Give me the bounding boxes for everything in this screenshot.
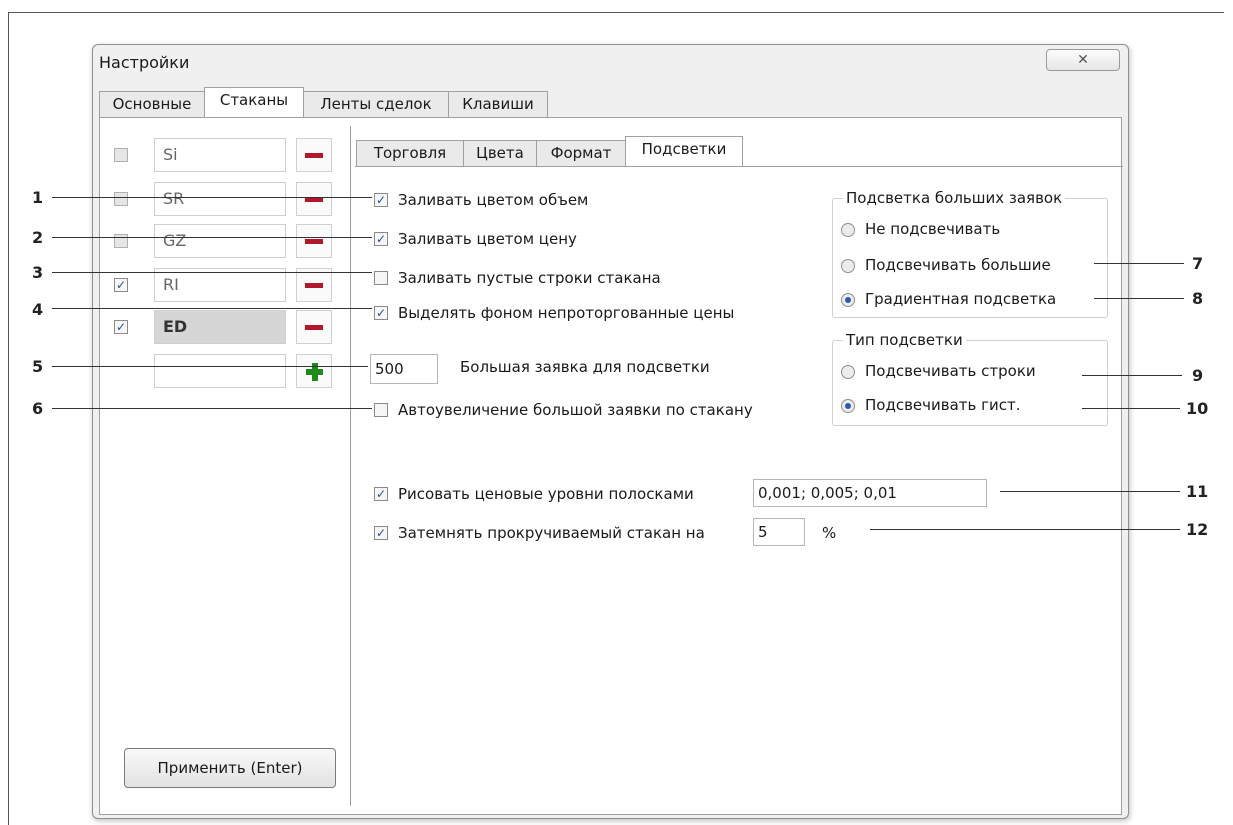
annotation-2: 2 — [32, 228, 44, 247]
subtab-trading[interactable]: Торговля — [356, 140, 464, 166]
instrument-checkbox-ri[interactable]: ✓ — [114, 278, 128, 292]
darken-unit: % — [822, 524, 837, 542]
radio-rows[interactable] — [841, 365, 855, 379]
darken-checkbox[interactable]: ✓ — [374, 526, 388, 540]
price-levels-checkbox[interactable]: ✓ — [374, 487, 388, 501]
window-title: Настройки — [99, 53, 190, 72]
fill-price-label: Заливать цветом цену — [398, 230, 577, 248]
radio-highlight-large-label: Подсвечивать большие — [865, 256, 1051, 274]
annotation-3: 3 — [32, 263, 44, 282]
fill-empty-checkbox[interactable] — [374, 271, 388, 285]
instrument-field-ri[interactable]: RI — [154, 268, 286, 302]
highlight-type-group: Тип подсветки Подсвечивать строки Подсве… — [832, 331, 1108, 426]
darken-label: Затемнять прокручиваемый стакан на — [398, 524, 705, 542]
annotation-line-3 — [52, 272, 372, 273]
highlight-untraded-checkbox[interactable]: ✓ — [374, 306, 388, 320]
tab-books[interactable]: Стаканы — [204, 87, 304, 117]
fill-empty-label: Заливать пустые строки стакана — [398, 269, 661, 287]
remove-ri-button[interactable] — [296, 268, 332, 302]
remove-ed-button[interactable] — [296, 310, 332, 344]
new-instrument-input[interactable] — [154, 354, 286, 388]
large-order-input[interactable]: 500 — [370, 354, 438, 384]
remove-si-button[interactable] — [296, 138, 332, 172]
subtab-border — [355, 166, 1123, 169]
tab-main[interactable]: Основные — [99, 91, 205, 117]
annotation-line-9 — [1082, 375, 1182, 376]
close-button[interactable]: ✕ — [1046, 49, 1120, 71]
annotation-line-10 — [1082, 408, 1180, 409]
large-orders-group-title: Подсветка больших заявок — [843, 189, 1066, 207]
annotation-line-5 — [52, 366, 368, 367]
annotation-line-6 — [52, 408, 372, 409]
radio-highlight-large[interactable] — [841, 259, 855, 273]
radio-gradient-label: Градиентная подсветка — [865, 290, 1057, 308]
annotation-line-12 — [870, 529, 1180, 530]
close-icon: ✕ — [1077, 52, 1089, 68]
annotation-9: 9 — [1192, 366, 1204, 385]
fill-volume-checkbox[interactable]: ✓ — [374, 193, 388, 207]
annotation-10: 10 — [1186, 399, 1209, 418]
instrument-field-gz[interactable]: GZ — [154, 224, 286, 258]
panel-divider — [350, 126, 351, 806]
annotation-1: 1 — [32, 188, 44, 207]
fill-price-checkbox[interactable]: ✓ — [374, 232, 388, 246]
large-order-label: Большая заявка для подсветки — [460, 358, 710, 376]
darken-input[interactable]: 5 — [753, 518, 805, 546]
add-instrument-button[interactable] — [296, 354, 332, 388]
apply-button[interactable]: Применить (Enter) — [124, 748, 336, 788]
annotation-6: 6 — [32, 399, 44, 418]
highlight-untraded-label: Выделять фоном непроторгованные цены — [398, 304, 735, 322]
annotation-line-4 — [52, 308, 372, 309]
tab-tape[interactable]: Ленты сделок — [303, 91, 449, 117]
radio-hist-label: Подсвечивать гист. — [865, 396, 1021, 414]
radio-no-highlight-label: Не подсвечивать — [865, 220, 1001, 238]
instrument-checkbox-sr[interactable] — [114, 192, 128, 206]
instrument-checkbox-si[interactable] — [114, 148, 128, 162]
radio-gradient[interactable] — [841, 293, 855, 307]
instrument-checkbox-ed[interactable]: ✓ — [114, 320, 128, 334]
instrument-field-ed[interactable]: ED — [154, 310, 286, 344]
fill-volume-label: Заливать цветом объем — [398, 191, 589, 209]
settings-window: Настройки ✕ Основные Стаканы Ленты сдело… — [92, 44, 1129, 819]
highlight-type-group-title: Тип подсветки — [843, 331, 966, 349]
remove-gz-button[interactable] — [296, 224, 332, 258]
annotation-line-2 — [52, 237, 372, 238]
radio-hist[interactable] — [841, 399, 855, 413]
large-orders-group: Подсветка больших заявок Не подсвечивать… — [832, 189, 1108, 318]
price-levels-input[interactable]: 0,001; 0,005; 0,01 — [753, 479, 987, 507]
annotation-5: 5 — [32, 357, 44, 376]
annotation-8: 8 — [1192, 289, 1204, 308]
annotation-7: 7 — [1192, 254, 1204, 273]
instrument-field-sr[interactable]: SR — [154, 182, 286, 216]
tab-keys[interactable]: Клавиши — [448, 91, 548, 117]
annotation-line-1 — [52, 197, 372, 198]
annotation-line-11 — [1000, 491, 1180, 492]
auto-increase-label: Автоувеличение большой заявки по стакану — [398, 401, 753, 419]
annotation-line-8 — [1094, 298, 1184, 299]
instrument-field-si[interactable]: Si — [154, 138, 286, 172]
annotation-4: 4 — [32, 300, 44, 319]
radio-no-highlight[interactable] — [841, 223, 855, 237]
annotation-line-7 — [1094, 263, 1184, 264]
subtab-colors[interactable]: Цвета — [463, 140, 537, 166]
annotation-12: 12 — [1186, 520, 1209, 539]
radio-rows-label: Подсвечивать строки — [865, 362, 1036, 380]
subtab-format[interactable]: Формат — [536, 140, 626, 166]
annotation-11: 11 — [1186, 482, 1209, 501]
subtab-highlights[interactable]: Подсветки — [625, 136, 743, 166]
remove-sr-button[interactable] — [296, 182, 332, 216]
books-panel: Si SR GZ ✓ RI ✓ ED Применить (Enter) Тор… — [99, 117, 1123, 815]
auto-increase-checkbox[interactable] — [374, 403, 388, 417]
price-levels-label: Рисовать ценовые уровни полосками — [398, 485, 694, 503]
